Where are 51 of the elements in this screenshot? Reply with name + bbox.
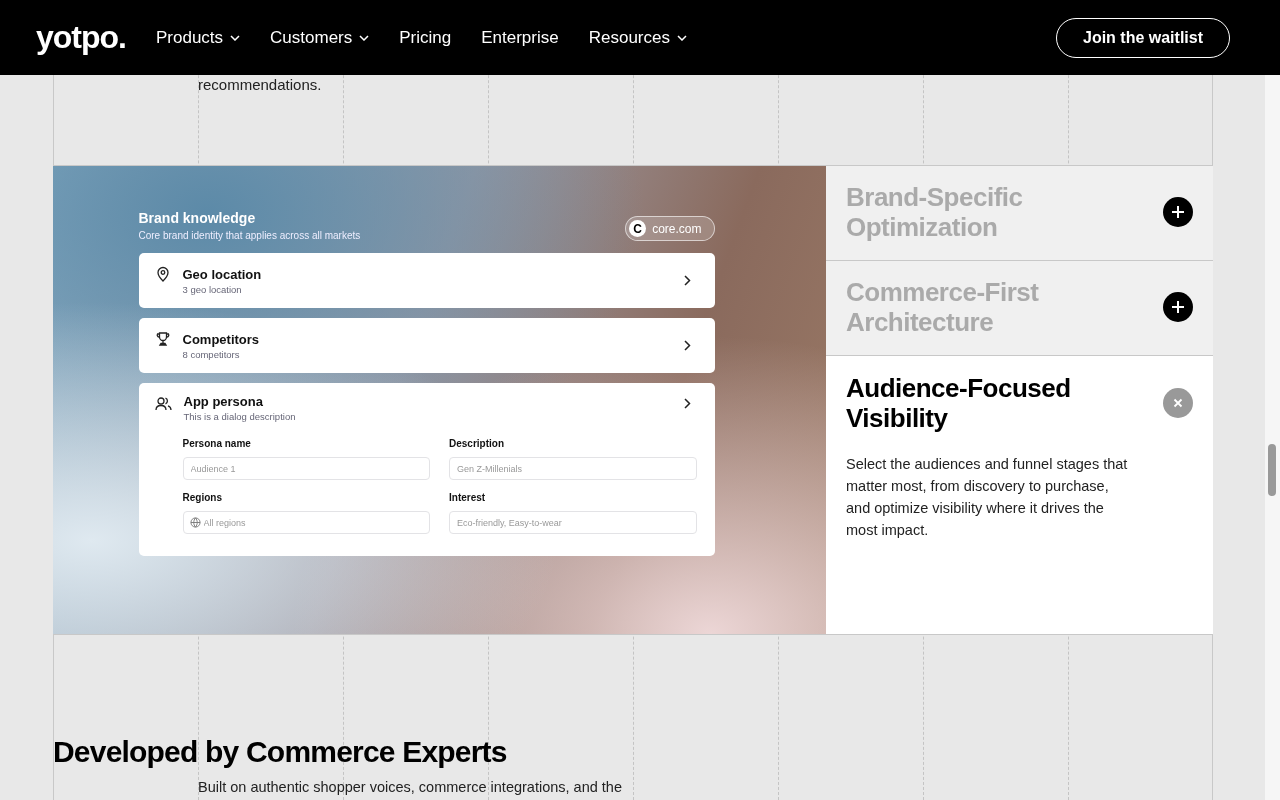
accordion-title: Audience-Focused Visibility bbox=[846, 373, 1072, 433]
logo[interactable]: yotpo. bbox=[36, 19, 126, 56]
card-title: App persona bbox=[183, 394, 264, 409]
intro-text: recommendations. bbox=[198, 76, 322, 93]
waitlist-button[interactable]: Join the waitlist bbox=[1056, 17, 1230, 58]
chevron-down-icon bbox=[359, 34, 370, 41]
card-subtitle: 8 competitors bbox=[182, 348, 241, 360]
accordion-title: Brand-Specific Optimization bbox=[846, 182, 1024, 242]
domain-label: core.com bbox=[652, 221, 702, 236]
expand-button[interactable] bbox=[1163, 197, 1193, 227]
knowledge-card[interactable]: Geo location 3 geo location bbox=[138, 253, 715, 308]
close-icon bbox=[1172, 397, 1184, 409]
panel-title: Brand knowledge bbox=[138, 210, 257, 226]
chevron-down-icon bbox=[677, 34, 687, 41]
section-text: Built on authentic shopper voices, commerce integrations, and the bbox=[198, 779, 623, 795]
card-title: Geo location bbox=[182, 266, 263, 282]
people-icon bbox=[154, 396, 172, 412]
accordion-title: Commerce-First Architecture bbox=[846, 277, 1040, 337]
close-button[interactable] bbox=[1163, 388, 1193, 418]
nav-link[interactable]: Products bbox=[156, 27, 241, 48]
plus-icon bbox=[1171, 300, 1185, 314]
accordion-description: Select the audiences and funnel stages that matter most, from discovery to purchase, and optimize visibility where it drives the most impact. bbox=[846, 455, 1129, 540]
field-label: Regions bbox=[182, 492, 223, 503]
panel-subtitle: Core brand identity that applies across all markets bbox=[138, 230, 361, 241]
field-label: Interest bbox=[449, 492, 487, 503]
chevron-right-icon bbox=[683, 398, 691, 409]
input-field[interactable]: Audience 1 bbox=[182, 457, 430, 480]
section-heading: Developed by Commerce Experts bbox=[53, 735, 508, 769]
card-subtitle: This is a dialog description bbox=[183, 411, 297, 422]
nav-link[interactable]: Customers bbox=[270, 27, 370, 48]
card-title: Competitors bbox=[182, 331, 261, 347]
domain-logo: C bbox=[629, 220, 647, 237]
field-label: Persona name bbox=[182, 438, 252, 449]
trophy-icon bbox=[154, 331, 171, 347]
scrollbar-thumb[interactable] bbox=[1268, 444, 1276, 496]
globe-icon bbox=[189, 517, 201, 528]
input-field[interactable]: All regions bbox=[182, 511, 430, 534]
location-pin-icon bbox=[154, 266, 171, 282]
chevron-right-icon bbox=[683, 275, 691, 286]
chevron-down-icon bbox=[230, 34, 241, 41]
input-field[interactable]: Gen Z-Millenials bbox=[449, 457, 697, 480]
field-label: Description bbox=[449, 438, 505, 449]
nav-link[interactable]: Pricing bbox=[399, 27, 452, 48]
plus-icon bbox=[1171, 205, 1185, 219]
nav-link[interactable]: Enterprise bbox=[481, 27, 559, 48]
card-subtitle: 3 geo location bbox=[182, 283, 243, 295]
knowledge-card[interactable]: Competitors 8 competitors bbox=[138, 318, 715, 373]
nav-link[interactable]: Resources bbox=[588, 27, 687, 48]
chevron-right-icon bbox=[683, 340, 691, 351]
input-field[interactable]: Eco-friendly, Easy-to-wear bbox=[449, 511, 697, 534]
expand-button[interactable] bbox=[1163, 292, 1193, 322]
